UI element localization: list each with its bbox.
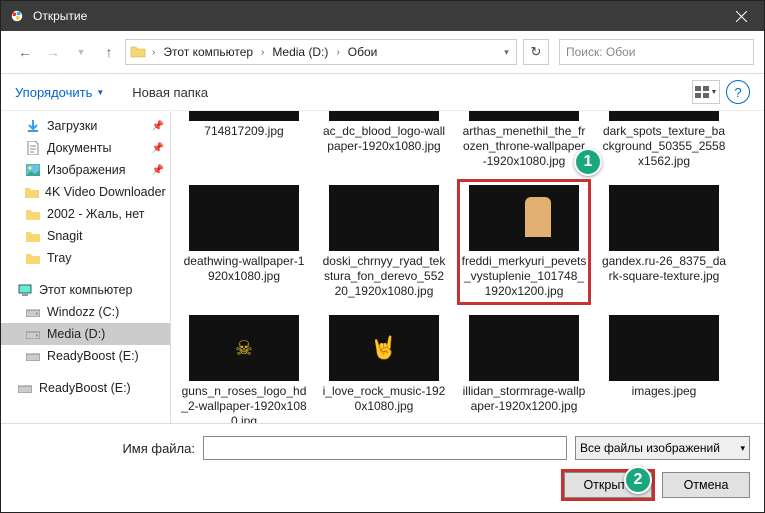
filename-input[interactable] [203,436,567,460]
file-item-selected[interactable]: freddi_merkyuri_pevets_vystuplenie_10174… [459,181,589,303]
new-folder-button[interactable]: Новая папка [132,85,208,100]
file-item[interactable]: 🤘i_love_rock_music-1920x1080.jpg [319,311,449,423]
organize-menu[interactable]: Упорядочить ▼ [15,85,104,100]
sidebar-item-images[interactable]: Изображения📌 [1,159,170,181]
app-icon [9,8,25,24]
annotation-1: 1 [574,148,602,176]
folder-icon [25,228,41,244]
folder-icon [25,206,41,222]
folder-icon [25,250,41,266]
nav-up[interactable]: ↑ [97,40,121,64]
dialog-body: Загрузки📌 Документы📌 Изображения📌 4K Vid… [1,111,764,423]
file-item[interactable]: ac_dc_blood_logo-wallpaper-1920x1080.jpg [319,111,449,173]
images-icon [25,162,41,178]
sidebar: Загрузки📌 Документы📌 Изображения📌 4K Vid… [1,111,171,423]
titlebar: Открытие [1,1,764,31]
sidebar-item-4k[interactable]: 4K Video Downloader [1,181,170,203]
file-item[interactable]: arthas_menethil_the_frozen_throne-wallpa… [459,111,589,173]
bottom-panel: Имя файла: Все файлы изображений ▾ Откры… [1,423,764,512]
file-item[interactable]: 714817209.jpg [179,111,309,173]
pin-icon: 📌 [152,143,164,154]
file-item[interactable]: gandex.ru-26_8375_dark-square-texture.jp… [599,181,729,303]
computer-icon [17,282,33,298]
sidebar-item-documents[interactable]: Документы📌 [1,137,170,159]
pin-icon: 📌 [152,121,164,132]
nav-back[interactable]: ← [13,40,37,64]
sidebar-item-readyboost1[interactable]: ReadyBoost (E:) [1,345,170,367]
file-item[interactable]: images.jpeg [599,311,729,423]
filename-label: Имя файла: [15,441,195,456]
breadcrumb-computer[interactable]: Этот компьютер [157,40,259,64]
file-item[interactable]: deathwing-wallpaper-1920x1080.jpg [179,181,309,303]
sidebar-item-tray[interactable]: Tray [1,247,170,269]
chevron-right-icon: › [150,47,157,58]
drive-icon [17,380,33,396]
view-mode-button[interactable]: ▼ [692,80,720,104]
drive-icon [25,348,41,364]
chevron-down-icon: ▼ [711,89,718,96]
sidebar-item-windozz[interactable]: Windozz (C:) [1,301,170,323]
folder-icon [25,184,39,200]
sidebar-item-2002[interactable]: 2002 - Жаль, нет [1,203,170,225]
nav-forward[interactable]: → [41,40,65,64]
path-dropdown[interactable]: ▾ [496,47,516,58]
breadcrumb[interactable]: › Этот компьютер › Media (D:) › Обои ▾ [125,39,517,65]
breadcrumb-folder[interactable]: Обои [342,40,384,64]
chevron-down-icon: ▼ [96,88,104,97]
file-item[interactable]: doski_chrnyy_ryad_tekstura_fon_derevo_55… [319,181,449,303]
document-icon [25,140,41,156]
sidebar-item-thispc[interactable]: Этот компьютер [1,279,170,301]
file-list[interactable]: 714817209.jpg ac_dc_blood_logo-wallpaper… [171,111,764,423]
close-button[interactable] [718,1,764,31]
file-open-dialog: Открытие ← → ▼ ↑ › Этот компьютер › Medi… [0,0,765,513]
annotation-2: 2 [624,466,652,494]
pin-icon: 📌 [152,165,164,176]
help-button[interactable]: ? [726,80,750,104]
filetype-dropdown[interactable]: Все файлы изображений ▾ [575,436,750,460]
chevron-right-icon: › [259,47,266,58]
sidebar-item-media[interactable]: Media (D:) [1,323,170,345]
drive-icon [25,304,41,320]
toolbar: Упорядочить ▼ Новая папка ▼ ? [1,74,764,111]
search-placeholder: Поиск: Обои [566,45,636,59]
cancel-button[interactable]: Отмена [662,472,750,498]
folder-icon [126,44,150,60]
window-title: Открытие [33,9,87,23]
nav-recent[interactable]: ▼ [69,40,93,64]
file-item[interactable]: illidan_stormrage-wallpaper-1920x1200.jp… [459,311,589,423]
breadcrumb-drive[interactable]: Media (D:) [266,40,334,64]
refresh-button[interactable]: ↻ [523,39,549,65]
sidebar-item-snagit[interactable]: Snagit [1,225,170,247]
sidebar-item-readyboost2[interactable]: ReadyBoost (E:) [1,377,170,399]
nav-row: ← → ▼ ↑ › Этот компьютер › Media (D:) › … [1,31,764,74]
file-item[interactable]: dark_spots_texture_background_50355_2558… [599,111,729,173]
search-input[interactable]: Поиск: Обои [559,39,754,65]
chevron-right-icon: › [334,47,341,58]
sidebar-item-downloads[interactable]: Загрузки📌 [1,115,170,137]
chevron-down-icon: ▾ [740,443,745,454]
file-item[interactable]: ☠guns_n_roses_logo_hd_2-wallpaper-1920x1… [179,311,309,423]
download-icon [25,118,41,134]
drive-icon [25,326,41,342]
